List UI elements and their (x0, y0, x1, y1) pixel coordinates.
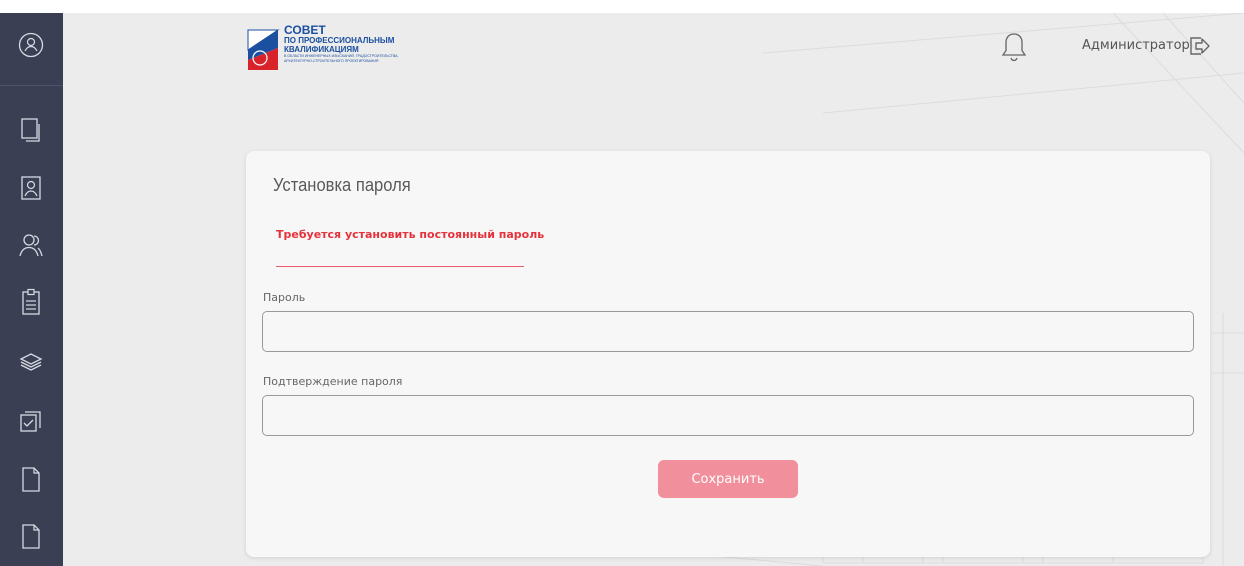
sidebar (0, 13, 63, 566)
file-icon[interactable] (18, 464, 44, 494)
warning-message: Требуется установить постоянный пароль (276, 228, 545, 241)
user-circle-icon[interactable] (18, 30, 44, 60)
user-card-icon[interactable] (18, 173, 44, 203)
bell-icon[interactable] (1000, 31, 1028, 63)
logo-flag-icon (247, 29, 280, 70)
users-icon[interactable] (18, 230, 44, 260)
password-form-card: Установка пароля Требуется установить по… (246, 151, 1210, 557)
password-input[interactable] (262, 311, 1194, 352)
logo-line1: СОВЕТ (284, 23, 326, 37)
confirm-password-label: Подтверждение пароля (263, 375, 403, 388)
page-title: Установка пароля (273, 175, 411, 195)
confirm-password-input[interactable] (262, 395, 1194, 436)
user-name[interactable]: Администратор (1082, 38, 1190, 53)
checked-stack-icon[interactable] (18, 406, 44, 436)
logo[interactable]: СОВЕТ ПО ПРОФЕССИОНАЛЬНЫМ КВАЛИФИКАЦИЯМ … (246, 20, 406, 78)
logo-line3: КВАЛИФИКАЦИЯМ (284, 45, 359, 54)
clipboard-icon[interactable] (18, 287, 44, 317)
file-icon[interactable] (18, 521, 44, 551)
warning-underline (276, 266, 524, 267)
logout-icon[interactable] (1187, 34, 1211, 58)
logo-text: СОВЕТ ПО ПРОФЕССИОНАЛЬНЫМ КВАЛИФИКАЦИЯМ … (284, 24, 404, 64)
save-button[interactable]: Сохранить (658, 460, 798, 498)
layers-icon[interactable] (18, 347, 44, 377)
logo-line2: ПО ПРОФЕССИОНАЛЬНЫМ (284, 36, 395, 45)
password-label: Пароль (263, 291, 306, 304)
top-strip (0, 0, 1244, 13)
documents-icon[interactable] (18, 115, 44, 145)
sidebar-divider (0, 85, 63, 86)
logo-line5: АРХИТЕКТУРНО-СТРОИТЕЛЬНОГО ПРОЕКТИРОВАНИ… (284, 59, 379, 63)
